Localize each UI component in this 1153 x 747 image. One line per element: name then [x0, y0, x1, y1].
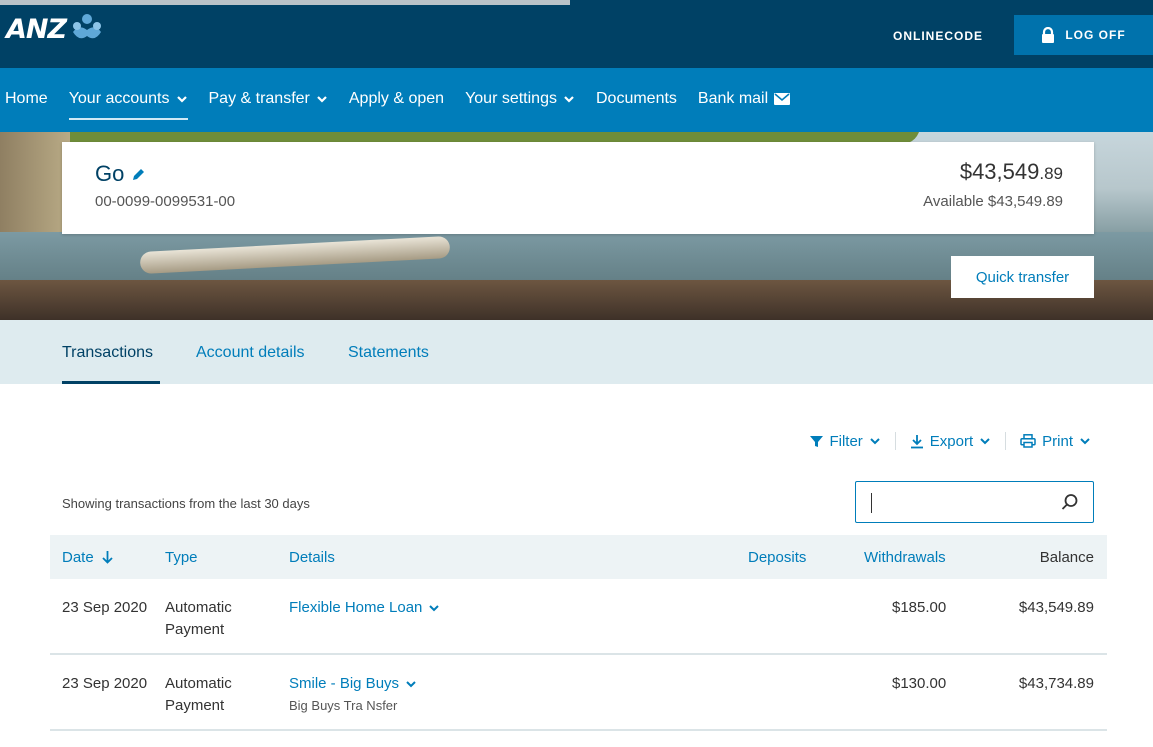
nav-your-settings[interactable]: Your settings	[465, 90, 575, 110]
nav-your-accounts-label: Your accounts	[69, 90, 170, 108]
anz-figures-icon	[69, 12, 105, 46]
filter-button[interactable]: Filter	[810, 433, 880, 450]
column-header-type[interactable]: Type	[165, 549, 198, 566]
search-icon[interactable]	[1061, 493, 1079, 511]
nav-your-accounts[interactable]: Your accounts	[69, 90, 188, 110]
account-balance: $43,549.89	[960, 159, 1063, 185]
showing-range-text: Showing transactions from the last 30 da…	[62, 496, 310, 511]
transactions-toolbar: Filter Export Print	[810, 432, 1091, 450]
toolbar-divider	[1005, 432, 1006, 450]
row-withdrawals: $130.00	[892, 673, 946, 695]
row-details-label: Flexible Home Loan	[289, 597, 422, 619]
row-details: Flexible Home Loan	[289, 597, 440, 619]
table-row[interactable]: 23 Sep 2020 Automatic Payment Smile - Bi…	[50, 655, 1107, 731]
available-balance: Available $43,549.89	[923, 193, 1063, 210]
nav-bank-mail-label: Bank mail	[698, 90, 768, 108]
account-number: 00-0099-0099531-00	[95, 193, 235, 210]
account-name: Go	[95, 161, 146, 187]
date-header-label: Date	[62, 549, 94, 566]
nav-home[interactable]: Home	[5, 90, 48, 110]
anz-logo[interactable]: ANZ	[6, 12, 105, 46]
search-input[interactable]	[870, 482, 1060, 520]
text-cursor	[871, 493, 872, 513]
active-tab-indicator	[62, 381, 160, 384]
row-date: 23 Sep 2020	[62, 597, 147, 619]
row-balance: $43,549.89	[1019, 597, 1094, 619]
lock-icon	[1041, 27, 1055, 43]
row-type: Automatic Payment	[165, 673, 232, 717]
top-header: ANZ ONLINECODE LOG OFF	[0, 0, 1153, 68]
logo-text: ANZ	[6, 14, 66, 45]
column-header-withdrawals[interactable]: Withdrawals	[864, 549, 946, 566]
chevron-down-icon	[176, 93, 188, 105]
row-type-line2: Payment	[165, 695, 232, 717]
row-date: 23 Sep 2020	[62, 673, 147, 695]
chevron-down-icon	[563, 93, 575, 105]
pencil-edit-icon[interactable]	[132, 167, 146, 181]
nav-pay-transfer-label: Pay & transfer	[209, 90, 310, 108]
nav-apply-open-label: Apply & open	[349, 90, 444, 108]
export-label: Export	[930, 433, 973, 450]
nav-documents-label: Documents	[596, 90, 677, 108]
log-off-label: LOG OFF	[1065, 28, 1125, 42]
row-details: Smile - Big Buys Big Buys Tra Nsfer	[289, 673, 417, 717]
account-summary-card: Go 00-0099-0099531-00 $43,549.89 Availab…	[62, 142, 1094, 234]
toolbar-divider	[895, 432, 896, 450]
envelope-icon	[774, 93, 790, 105]
sort-down-arrow-icon	[102, 551, 113, 564]
balance-cents: .89	[1039, 164, 1063, 183]
nav-your-settings-label: Your settings	[465, 90, 557, 108]
chevron-down-icon	[428, 602, 440, 614]
nav-bank-mail[interactable]: Bank mail	[698, 90, 790, 110]
filter-label: Filter	[829, 433, 862, 450]
tab-statements[interactable]: Statements	[348, 344, 429, 362]
tab-account-details[interactable]: Account details	[196, 344, 305, 362]
quick-transfer-button[interactable]: Quick transfer	[951, 256, 1094, 298]
row-details-link[interactable]: Smile - Big Buys	[289, 673, 417, 695]
row-type-line1: Automatic	[165, 597, 232, 619]
nav-pay-transfer[interactable]: Pay & transfer	[209, 90, 328, 110]
printer-icon	[1020, 434, 1036, 448]
table-row[interactable]: 23 Sep 2020 Automatic Payment Flexible H…	[50, 579, 1107, 655]
column-header-date[interactable]: Date	[62, 549, 113, 566]
row-subdetails: Big Buys Tra Nsfer	[289, 695, 417, 717]
column-header-details[interactable]: Details	[289, 549, 335, 566]
chevron-down-icon	[405, 678, 417, 690]
print-button[interactable]: Print	[1020, 433, 1091, 450]
chevron-down-icon	[1079, 435, 1091, 447]
top-strip	[0, 0, 570, 5]
download-icon	[910, 434, 924, 449]
column-header-deposits[interactable]: Deposits	[748, 549, 806, 566]
log-off-button[interactable]: LOG OFF	[1014, 15, 1153, 55]
row-withdrawals: $185.00	[892, 597, 946, 619]
column-header-balance: Balance	[1040, 549, 1094, 566]
nav-documents[interactable]: Documents	[596, 90, 677, 110]
row-details-label: Smile - Big Buys	[289, 673, 399, 695]
transaction-search-box[interactable]	[855, 481, 1094, 523]
chevron-down-icon	[979, 435, 991, 447]
row-details-link[interactable]: Flexible Home Loan	[289, 597, 440, 619]
account-tabs: Transactions Account details Statements	[0, 320, 1153, 384]
row-type-line2: Payment	[165, 619, 232, 641]
row-type-line1: Automatic	[165, 673, 232, 695]
filter-funnel-icon	[810, 435, 823, 448]
nav-home-label: Home	[5, 90, 48, 108]
export-button[interactable]: Export	[910, 433, 991, 450]
chevron-down-icon	[316, 93, 328, 105]
balance-dollars: $43,549	[960, 159, 1040, 184]
chevron-down-icon	[869, 435, 881, 447]
account-name-label: Go	[95, 161, 124, 187]
main-nav: Home Your accounts Pay & transfer Apply …	[0, 68, 1153, 132]
row-balance: $43,734.89	[1019, 673, 1094, 695]
onlinecode-link[interactable]: ONLINECODE	[893, 29, 983, 43]
print-label: Print	[1042, 433, 1073, 450]
transactions-table-header: Date Type Details Deposits Withdrawals B…	[50, 535, 1107, 579]
nav-apply-open[interactable]: Apply & open	[349, 90, 444, 110]
tab-transactions[interactable]: Transactions	[62, 344, 153, 362]
row-type: Automatic Payment	[165, 597, 232, 641]
